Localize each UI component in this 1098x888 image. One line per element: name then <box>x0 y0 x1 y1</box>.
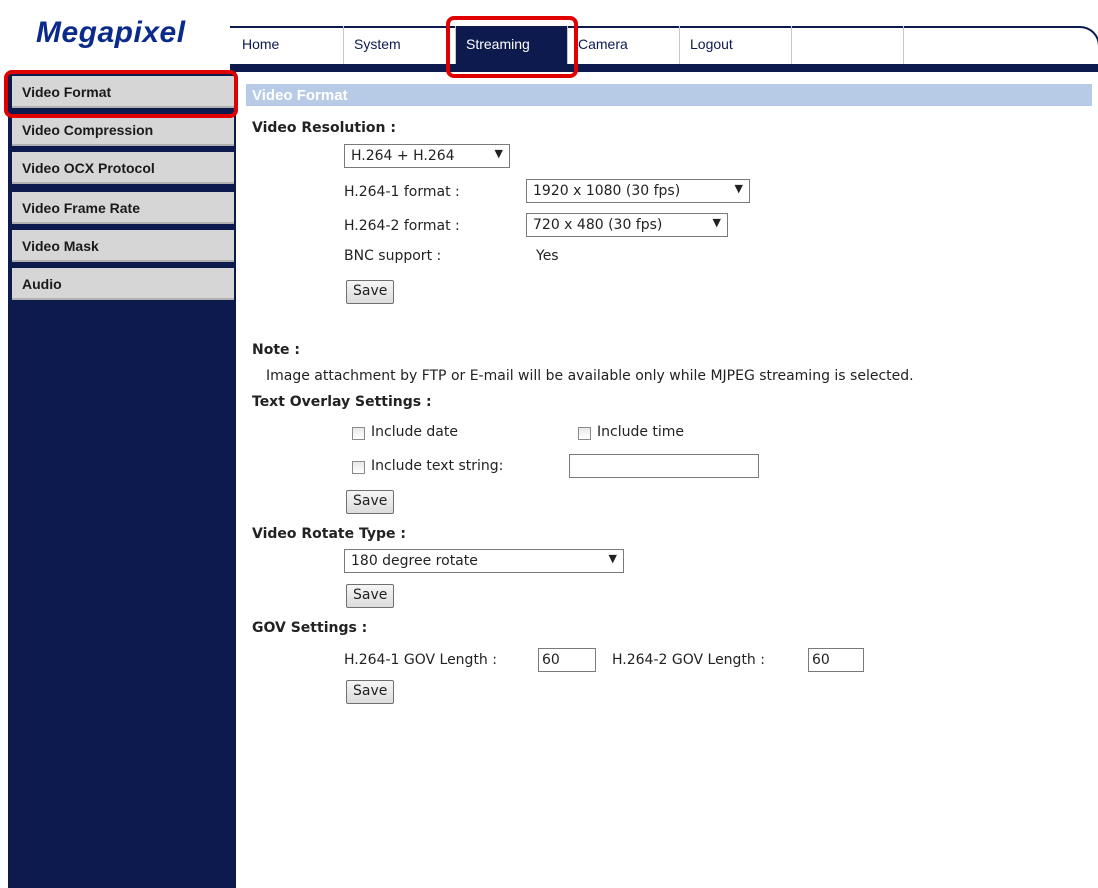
note-text: Image attachment by FTP or E-mail will b… <box>266 368 914 384</box>
sidebar-item-video-frame-rate[interactable]: Video Frame Rate <box>12 192 234 224</box>
include-date-checkbox[interactable] <box>352 427 365 440</box>
include-date-label: Include date <box>371 424 458 440</box>
sidebar-item-audio[interactable]: Audio <box>12 268 234 300</box>
h264-2-format-value: 720 x 480 (30 fps) <box>533 217 663 233</box>
main-content: Video Format Video Resolution : H.264 + … <box>240 72 1098 888</box>
h264-2-gov-length-label: H.264-2 GOV Length : <box>612 652 765 668</box>
tab-streaming[interactable]: Streaming <box>456 26 568 64</box>
text-overlay-save-button[interactable]: Save <box>346 490 395 514</box>
tab-logout[interactable]: Logout <box>680 26 792 64</box>
h264-2-gov-length-input[interactable]: 60 <box>808 648 864 672</box>
sidebar-item-video-mask[interactable]: Video Mask <box>12 230 234 262</box>
chevron-down-icon: ▼ <box>608 552 617 565</box>
top-nav-underline <box>230 64 1098 72</box>
sidebar: Video Format Video Compression Video OCX… <box>8 72 236 888</box>
h264-1-gov-length-label: H.264-1 GOV Length : <box>344 652 497 668</box>
sidebar-item-video-format[interactable]: Video Format <box>12 76 234 108</box>
include-time-checkbox[interactable] <box>578 427 591 440</box>
tab-system[interactable]: System <box>344 26 456 64</box>
h264-1-gov-length-input[interactable]: 60 <box>538 648 596 672</box>
video-rotate-save-button[interactable]: Save <box>346 584 395 608</box>
tab-home[interactable]: Home <box>232 26 344 64</box>
sidebar-item-video-compression[interactable]: Video Compression <box>12 114 234 146</box>
include-text-string-checkbox[interactable] <box>352 461 365 474</box>
video-rotate-value: 180 degree rotate <box>351 553 478 569</box>
video-resolution-heading: Video Resolution : <box>252 120 396 136</box>
include-text-string-label: Include text string: <box>371 458 504 474</box>
logo-area: Megapixel <box>0 0 240 66</box>
video-rotate-heading: Video Rotate Type : <box>252 526 406 542</box>
sidebar-item-video-ocx-protocol[interactable]: Video OCX Protocol <box>12 152 234 184</box>
h264-2-format-label: H.264-2 format : <box>344 218 460 234</box>
h264-2-format-select[interactable]: 720 x 480 (30 fps) ▼ <box>526 213 728 237</box>
bnc-support-value: Yes <box>536 248 559 264</box>
brand-logo: Megapixel <box>36 16 186 49</box>
gov-settings-save-button[interactable]: Save <box>346 680 395 704</box>
resolution-mode-value: H.264 + H.264 <box>351 148 455 164</box>
tab-camera[interactable]: Camera <box>568 26 680 64</box>
video-rotate-select[interactable]: 180 degree rotate ▼ <box>344 549 624 573</box>
h264-1-format-select[interactable]: 1920 x 1080 (30 fps) ▼ <box>526 179 750 203</box>
h264-1-format-value: 1920 x 1080 (30 fps) <box>533 183 681 199</box>
gov-settings-heading: GOV Settings : <box>252 620 368 636</box>
overlay-text-input[interactable] <box>569 454 759 478</box>
bnc-support-label: BNC support : <box>344 248 442 264</box>
text-overlay-heading: Text Overlay Settings : <box>252 394 432 410</box>
section-title: Video Format <box>246 84 1092 106</box>
chevron-down-icon: ▼ <box>494 147 503 160</box>
resolution-mode-select[interactable]: H.264 + H.264 ▼ <box>344 144 510 168</box>
top-nav: Home System Streaming Camera Logout <box>232 26 904 64</box>
h264-1-format-label: H.264-1 format : <box>344 184 460 200</box>
tab-empty <box>792 26 904 64</box>
chevron-down-icon: ▼ <box>734 182 743 195</box>
chevron-down-icon: ▼ <box>712 216 721 229</box>
video-resolution-save-button[interactable]: Save <box>346 280 395 304</box>
include-time-label: Include time <box>597 424 685 440</box>
note-heading: Note : <box>252 342 300 358</box>
